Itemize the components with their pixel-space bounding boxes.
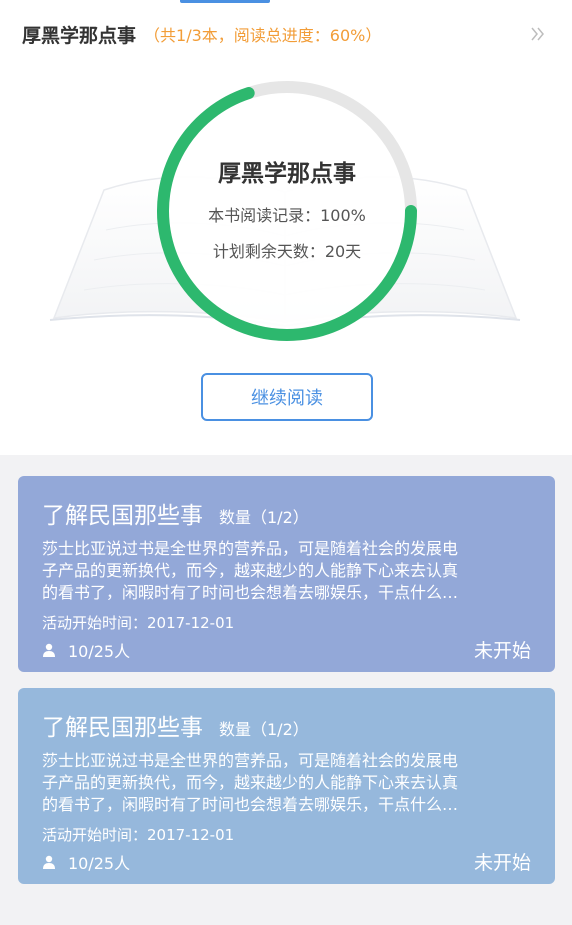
activity-card[interactable]: 了解民国那些事 数量（1/2） 莎士比亚说过书是全世界的营养品，可是随着社会的发… xyxy=(18,688,555,884)
activity-start-date: 活动开始时间：2017-12-01 xyxy=(42,614,235,632)
activity-description: 莎士比亚说过书是全世界的营养品，可是随着社会的发展电 子产品的更新换代，而今，越… xyxy=(42,538,532,604)
book-reading-record: 本书阅读记录：100% xyxy=(208,206,366,225)
header-title: 厚黑学那点事 xyxy=(22,24,137,47)
participant-count: 10/25人 xyxy=(68,641,131,661)
participants: 10/25人 xyxy=(42,850,130,874)
description-line: 子产品的更新换代，而今，越来越少的人能静下心来去认真 xyxy=(42,561,459,580)
activity-status: 未开始 xyxy=(473,852,531,874)
activity-count: 数量（1/2） xyxy=(219,720,309,739)
activity-start-date: 活动开始时间：2017-12-01 xyxy=(42,826,235,844)
header: 厚黑学那点事 （共1/3本，阅读总进度：60%） xyxy=(22,18,550,50)
header-progress-summary: （共1/3本，阅读总进度：60%） xyxy=(144,26,382,45)
description-line: 的看书了，闲暇时有了时间也会想着去哪娱乐，干点什么… xyxy=(42,583,459,602)
activity-description: 莎士比亚说过书是全世界的营养品，可是随着社会的发展电 子产品的更新换代，而今，越… xyxy=(42,750,532,816)
participant-count: 10/25人 xyxy=(68,853,131,873)
activity-count: 数量（1/2） xyxy=(219,508,309,527)
continue-reading-button[interactable]: 继续阅读 xyxy=(201,373,373,421)
book-title: 厚黑学那点事 xyxy=(218,161,356,187)
description-line: 莎士比亚说过书是全世界的营养品，可是随着社会的发展电 xyxy=(42,751,459,770)
remaining-days: 计划剩余天数：20天 xyxy=(212,242,362,261)
reading-progress-panel: 厚黑学那点事 （共1/3本，阅读总进度：60%） 厚黑学那点事 本书阅读记录：1… xyxy=(0,0,572,455)
activity-title: 了解民国那些事 xyxy=(42,715,203,741)
description-line: 的看书了，闲暇时有了时间也会想着去哪娱乐，干点什么… xyxy=(42,795,459,814)
activity-status: 未开始 xyxy=(473,640,531,662)
person-icon xyxy=(43,855,55,869)
person-icon xyxy=(43,643,55,657)
description-line: 莎士比亚说过书是全世界的营养品，可是随着社会的发展电 xyxy=(42,539,459,558)
participants: 10/25人 xyxy=(42,638,130,662)
activity-title: 了解民国那些事 xyxy=(42,503,203,529)
description-line: 子产品的更新换代，而今，越来越少的人能静下心来去认真 xyxy=(42,773,459,792)
activity-card[interactable]: 了解民国那些事 数量（1/2） 莎士比亚说过书是全世界的营养品，可是随着社会的发… xyxy=(18,476,555,672)
ring-center-info: 厚黑学那点事 本书阅读记录：100% 计划剩余天数：20天 xyxy=(156,80,418,342)
top-accent-bar xyxy=(180,0,270,3)
double-chevron-right-icon[interactable] xyxy=(526,22,550,46)
